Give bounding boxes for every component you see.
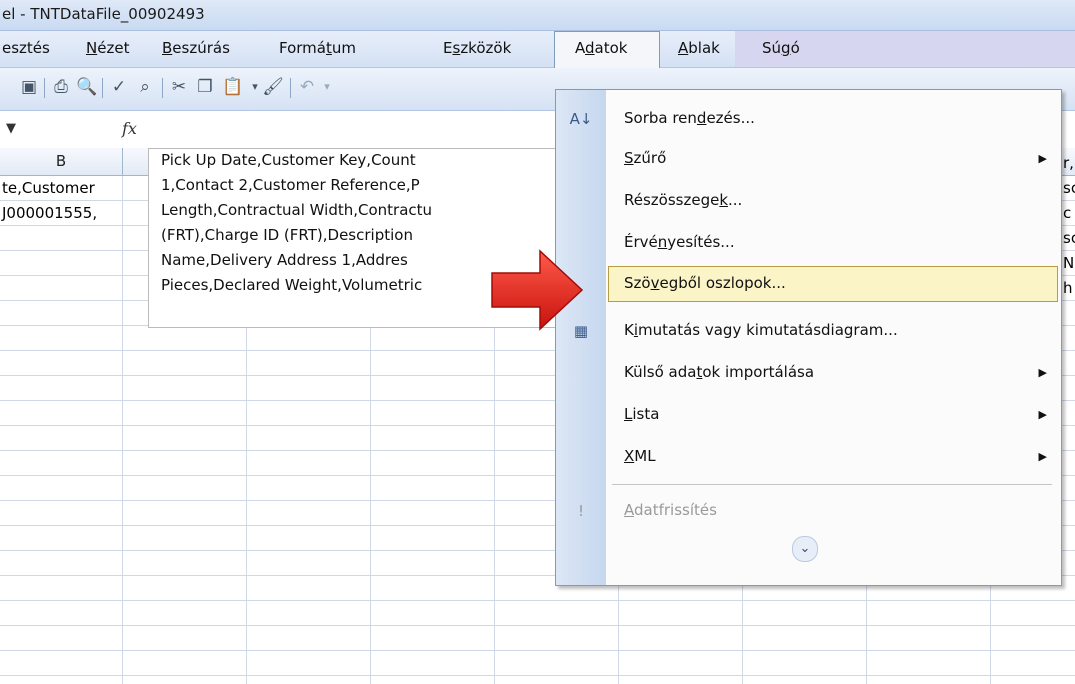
menu-item-label: Részösszegek... (624, 191, 743, 209)
cell-b2[interactable]: J000001555, (2, 204, 97, 222)
formula-line: 1,Contact 2,Customer Reference,P (161, 176, 420, 194)
cell-partial-text: sc (1063, 179, 1075, 197)
submenu-arrow-icon: ▶ (1038, 152, 1047, 165)
menu-bar: esztés Nézet Beszúrás Formátum Eszközök … (0, 31, 1075, 72)
submenu-arrow-icon: ▶ (1038, 450, 1047, 463)
title-bar: el - TNTDataFile_00902493 (0, 0, 1075, 31)
cell-partial-text: h (1063, 279, 1073, 297)
menu-item-label: Szűrő (624, 149, 667, 167)
formula-line: Pick Up Date,Customer Key,Count (161, 151, 416, 169)
menu-item-subtotals[interactable]: Részösszegek... (556, 182, 1061, 220)
insert-function-icon[interactable]: fx (122, 119, 137, 138)
double-chevron-down-icon[interactable]: ⌄ (792, 536, 818, 562)
paste-icon[interactable]: 📋 (222, 76, 244, 98)
red-arrow-shape (491, 249, 584, 331)
menu-item-validation[interactable]: Érvényesítés... (556, 224, 1061, 262)
menu-item-label: Szövegből oszlopok... (624, 274, 786, 292)
format-painter-icon[interactable]: 🖌 (262, 76, 284, 98)
grid-line (0, 600, 1075, 601)
grid-line (0, 625, 1075, 626)
menu-item-filter[interactable]: Szűrő ▶ (556, 140, 1061, 178)
menu-item-text-to-columns[interactable]: Szövegből oszlopok... (556, 265, 1061, 303)
menu-item-list[interactable]: Lista ▶ (556, 396, 1061, 434)
menu-ablak[interactable]: Ablak (678, 39, 720, 57)
grid-line (122, 176, 123, 684)
submenu-arrow-icon: ▶ (1038, 366, 1047, 379)
toolbar-separator (44, 78, 45, 98)
cell-partial-text: r, (1063, 154, 1074, 172)
menu-beszuras[interactable]: Beszúrás (162, 39, 230, 57)
menu-item-sort[interactable]: A↓ Sorba rendezés... (556, 100, 1061, 138)
formula-line: Length,Contractual Width,Contractu (161, 201, 433, 219)
menu-eszkozok[interactable]: Eszközök (443, 39, 511, 57)
menu-expand-item[interactable]: ⌄ (556, 532, 1061, 570)
menu-sugo[interactable]: Súgó (762, 39, 800, 57)
save-icon[interactable]: ▣ (18, 76, 40, 98)
refresh-data-icon: ! (577, 502, 584, 520)
formula-line: (FRT),Charge ID (FRT),Description (161, 226, 413, 244)
formula-line: Pieces,Declared Weight,Volumetric (161, 276, 423, 294)
menu-item-refresh-data: ! Adatfrissítés (556, 492, 1061, 530)
red-arrow-icon (491, 249, 584, 331)
menu-item-import-external-data[interactable]: Külső adatok importálása ▶ (556, 354, 1061, 392)
menu-item-label: XML (624, 447, 656, 465)
research-icon[interactable]: ⌕ (134, 76, 156, 98)
formula-line: Name,Delivery Address 1,Addres (161, 251, 408, 269)
print-icon[interactable]: ⎙ (50, 76, 72, 98)
menu-adatok[interactable]: Adatok (575, 39, 627, 57)
column-header-label: B (55, 152, 67, 170)
menu-item-label: Sorba rendezés... (624, 109, 755, 127)
undo-icon[interactable]: ↶ (296, 76, 318, 98)
toolbar-separator (162, 78, 163, 98)
cell-partial-text: N (1063, 254, 1075, 272)
cell-partial-text: sc (1063, 229, 1075, 247)
menu-nezet[interactable]: Nézet (86, 39, 129, 57)
sort-az-icon: A↓ (569, 110, 593, 128)
toolbar-separator (290, 78, 291, 98)
menu-item-xml[interactable]: XML ▶ (556, 438, 1061, 476)
grid-line (0, 675, 1075, 676)
adatok-dropdown-menu: A↓ Sorba rendezés... Szűrő ▶ Részösszege… (555, 89, 1062, 586)
spelling-icon[interactable]: ✓ (108, 76, 130, 98)
submenu-arrow-icon: ▶ (1038, 408, 1047, 421)
menu-item-pivot-table[interactable]: ▦ Kimutatás vagy kimutatásdiagram... (556, 312, 1061, 350)
menu-separator (612, 484, 1052, 485)
toolbar-separator (102, 78, 103, 98)
copy-icon[interactable]: ❐ (194, 76, 216, 98)
menu-item-label: Külső adatok importálása (624, 363, 815, 381)
menu-item-label: Érvényesítés... (624, 233, 735, 251)
grid-line (0, 650, 1075, 651)
window-title: el - TNTDataFile_00902493 (2, 5, 205, 23)
cut-icon[interactable]: ✂ (168, 76, 190, 98)
cell-b1[interactable]: te,Customer (2, 179, 95, 197)
name-box-dropdown-icon[interactable]: ▼ (6, 121, 16, 136)
menu-item-label: Lista (624, 405, 660, 423)
menu-item-label: Kimutatás vagy kimutatásdiagram... (624, 321, 898, 339)
undo-dropdown-icon[interactable]: ▾ (316, 76, 338, 98)
cell-partial-text: c (1063, 204, 1072, 222)
print-preview-icon[interactable]: 🔍 (76, 76, 98, 98)
menu-szerkesztes[interactable]: esztés (2, 39, 50, 57)
column-header-b[interactable]: B (0, 148, 123, 175)
menu-formatum[interactable]: Formátum (279, 39, 356, 57)
menu-item-label: Adatfrissítés (624, 501, 717, 519)
